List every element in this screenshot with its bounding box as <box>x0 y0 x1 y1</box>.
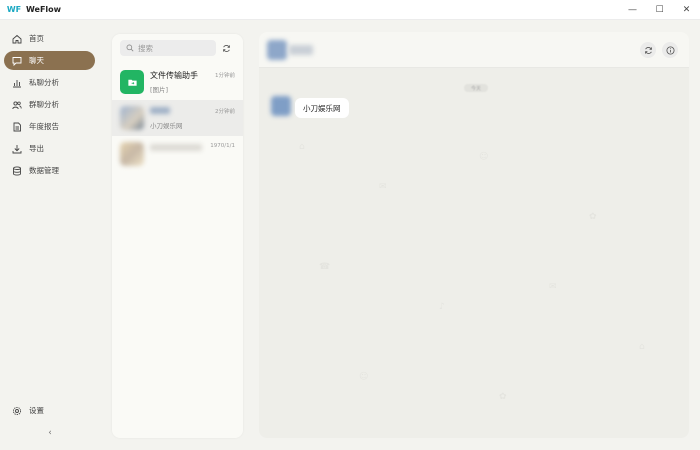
conversation-item[interactable]: 文件传输助手 1分钟前 [图片] <box>112 64 243 100</box>
chat-contact-name <box>289 45 313 55</box>
refresh-icon <box>222 44 230 52</box>
bar-chart-icon <box>12 78 22 88</box>
sidebar-item-chat[interactable]: 聊天 <box>4 51 95 70</box>
message-avatar <box>271 96 291 116</box>
weflow-logo-icon: WF <box>6 5 22 14</box>
sidebar-item-label: 聊天 <box>29 56 44 65</box>
conversation-item[interactable]: 1970/1/1 <box>112 136 243 172</box>
sidebar-item-export[interactable]: 导出 <box>4 139 95 158</box>
sidebar-item-home[interactable]: 首页 <box>4 29 95 48</box>
chat-bubble-icon <box>12 56 22 66</box>
search-input[interactable]: 搜索 <box>120 40 216 56</box>
chat-header <box>259 32 689 68</box>
search-placeholder: 搜索 <box>138 43 153 53</box>
contact-avatar <box>120 142 144 166</box>
maximize-button[interactable]: ☐ <box>646 0 673 20</box>
search-icon <box>126 44 134 52</box>
refresh-list-button[interactable] <box>220 42 232 54</box>
sidebar-item-label: 数据管理 <box>29 166 59 175</box>
sidebar-item-label: 导出 <box>29 144 44 153</box>
sidebar: 首页 聊天 私聊分析 群聊分析 年度报告 导出 数据管理 设置 ‹ <box>0 21 100 450</box>
home-icon <box>12 34 22 44</box>
conversation-preview: 小刀娱乐网 <box>150 122 183 130</box>
database-icon <box>12 165 22 176</box>
conversation-time: 1970/1/1 <box>210 143 235 149</box>
sidebar-item-label: 首页 <box>29 34 44 43</box>
minimize-button[interactable]: — <box>619 0 646 20</box>
chat-info-button[interactable] <box>662 42 678 58</box>
download-icon <box>12 144 22 154</box>
sidebar-item-settings[interactable]: 设置 <box>4 401 95 420</box>
chat-contact-avatar <box>267 40 287 60</box>
chat-panel: ⌂ ✉ ☺ ✿ ☎ ♪ ✉ ⌂ ☺ ✿ 今天 小刀娱乐网 <box>259 32 689 438</box>
conversation-time: 1分钟前 <box>215 73 235 79</box>
document-icon <box>12 122 22 132</box>
conversation-item[interactable]: 2分钟前 小刀娱乐网 <box>112 100 243 136</box>
refresh-icon <box>644 46 652 54</box>
collapse-sidebar-button[interactable]: ‹ <box>44 427 56 439</box>
contact-avatar <box>120 106 144 130</box>
users-icon <box>12 100 22 110</box>
conversation-list-panel: 搜索 文件传输助手 1分钟前 [图片] 2分钟前 小刀娱乐网 1970/1/1 <box>112 34 243 438</box>
sidebar-item-annual-report[interactable]: 年度报告 <box>4 117 95 136</box>
refresh-chat-button[interactable] <box>640 42 656 58</box>
conversation-preview: [图片] <box>150 86 169 94</box>
sidebar-item-label: 年度报告 <box>29 122 59 131</box>
gear-icon <box>12 406 22 416</box>
sidebar-item-label: 私聊分析 <box>29 78 59 87</box>
folder-icon <box>127 79 137 86</box>
window-controls: — ☐ ✕ <box>619 0 700 20</box>
app-title: WeFlow <box>26 5 62 14</box>
sidebar-item-data-management[interactable]: 数据管理 <box>4 161 95 180</box>
blurred-name <box>150 144 202 151</box>
title-bar: WF WeFlow — ☐ ✕ <box>0 0 700 20</box>
message-bubble[interactable]: 小刀娱乐网 <box>295 98 349 118</box>
conversation-name: 文件传输助手 <box>150 71 198 80</box>
sidebar-item-label: 设置 <box>29 406 44 415</box>
close-button[interactable]: ✕ <box>673 0 700 20</box>
sidebar-item-group-analysis[interactable]: 群聊分析 <box>4 95 95 114</box>
time-divider: 今天 <box>464 84 488 92</box>
sidebar-item-private-analysis[interactable]: 私聊分析 <box>4 73 95 92</box>
blurred-name <box>150 107 170 114</box>
file-transfer-avatar <box>120 70 144 94</box>
info-icon <box>665 45 675 55</box>
sidebar-item-label: 群聊分析 <box>29 100 59 109</box>
conversation-time: 2分钟前 <box>215 109 235 115</box>
